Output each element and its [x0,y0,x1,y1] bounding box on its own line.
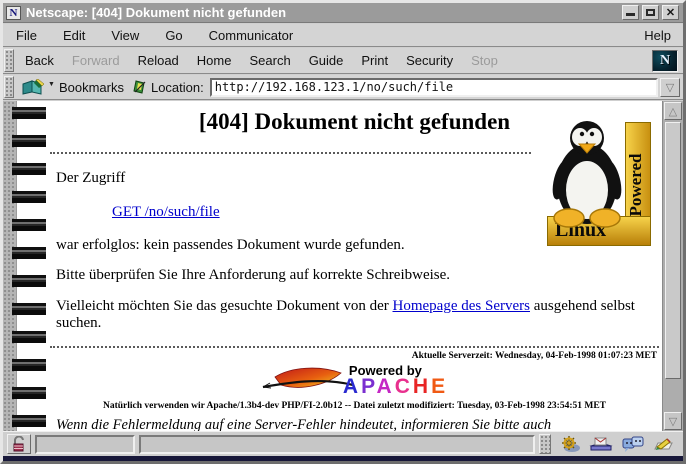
navigation-toolbar: Back Forward Reload Home Search Guide Pr… [3,48,683,74]
menu-edit[interactable]: Edit [50,25,98,46]
apache-letter: A [343,375,361,398]
component-taskbar [555,435,679,453]
bookmarks-label: Bookmarks [59,80,124,95]
apache-letter: A [377,375,395,398]
apache-letter: C [395,375,413,398]
bookmarks-menu[interactable]: ▼ Bookmarks [16,79,132,95]
netscape-logo-icon[interactable]: N [652,50,678,72]
webmaster-note-pre: Wenn die Fehlermeldung auf eine Server-F… [56,417,551,431]
composer-icon[interactable] [653,435,675,453]
menu-go[interactable]: Go [152,25,195,46]
security-lock-button[interactable] [7,434,31,454]
url-dropdown-button[interactable]: ▽ [660,78,680,97]
server-time: Aktuelle Serverzeit: Wednesday, 04-Feb-1… [50,351,657,361]
menu-file[interactable]: File [3,25,50,46]
title-bar[interactable]: N Netscape: [404] Dokument nicht gefunde… [3,3,683,23]
security-button[interactable]: Security [397,49,462,72]
status-bar [3,431,683,456]
bookmarks-chevron-icon: ▼ [48,81,55,88]
apache-wordmark: APACHE [343,378,448,395]
menu-bar: File Edit View Go Communicator Help [3,24,683,47]
vertical-scrollbar[interactable]: △ ▽ [662,101,683,431]
back-button[interactable]: Back [16,49,63,72]
browser-viewport: Powered Linux [3,101,683,431]
menu-communicator[interactable]: Communicator [196,25,307,46]
print-button[interactable]: Print [352,49,397,72]
taskbar-grip[interactable] [539,434,551,454]
mailbox-icon[interactable] [589,435,613,453]
apache-logo: Powered by APACHE [50,363,659,399]
maximize-button[interactable] [642,5,659,20]
discussions-icon[interactable] [621,435,645,453]
netscape-window-icon: N [6,6,21,20]
horizontal-rule-bottom [50,346,659,348]
locationbar-collapse-grip[interactable] [4,76,14,98]
error-page: Powered Linux [50,101,659,431]
linux-powered-badge: Powered Linux [547,108,651,246]
forward-button: Forward [63,49,129,72]
webmaster-note: Wenn die Fehlermeldung auf eine Server-F… [56,417,659,431]
horizontal-rule-top [50,152,531,154]
home-button[interactable]: Home [188,49,241,72]
tux-penguin-icon [549,118,627,230]
open-padlock-icon [11,436,27,452]
apache-letter: P [361,375,376,398]
navigator-icon[interactable] [559,435,581,453]
scrollbar-thumb[interactable] [665,122,681,379]
minimize-icon [626,13,635,16]
minimize-button[interactable] [622,5,639,20]
location-bookmark-icon[interactable] [132,79,148,95]
scroll-down-button[interactable]: ▽ [664,412,682,430]
url-input[interactable] [210,78,658,97]
netscape-window: N Netscape: [404] Dokument nicht gefunde… [0,0,686,464]
status-progress-panel [35,435,135,454]
advice-text: Bitte überprüfen Sie Ihre Anforderung au… [56,267,659,284]
menu-view[interactable]: View [98,25,152,46]
toolbar-collapse-grip[interactable] [4,49,14,72]
request-link[interactable]: GET /no/such/file [112,204,220,220]
suggestion-pre: Vielleicht möchten Sie das gesuchte Doku… [56,298,393,314]
location-bar: ▼ Bookmarks Location: ▽ [3,75,683,100]
close-button[interactable]: ✕ [662,5,679,20]
status-message-panel [139,435,535,454]
apache-letter: E [431,375,448,398]
homepage-link[interactable]: Homepage des Servers [393,298,530,314]
spiral-binding-rings [12,101,46,431]
menu-help[interactable]: Help [632,25,683,46]
window-frame-bottom [3,456,683,461]
window-title: Netscape: [404] Dokument nicht gefunden [26,5,622,20]
server-info: Natürlich verwenden wir Apache/1.3b4-dev… [50,401,659,411]
maximize-icon [646,9,655,16]
search-button[interactable]: Search [240,49,299,72]
stop-button: Stop [462,49,507,72]
close-icon: ✕ [663,6,678,19]
homepage-suggestion-text: Vielleicht möchten Sie das gesuchte Doku… [56,298,659,332]
bookmarks-icon [22,79,46,95]
reload-button[interactable]: Reload [129,49,188,72]
apache-letter: H [413,375,431,398]
scroll-up-button[interactable]: △ [664,102,682,120]
location-label: Location: [148,80,210,95]
guide-button[interactable]: Guide [300,49,353,72]
